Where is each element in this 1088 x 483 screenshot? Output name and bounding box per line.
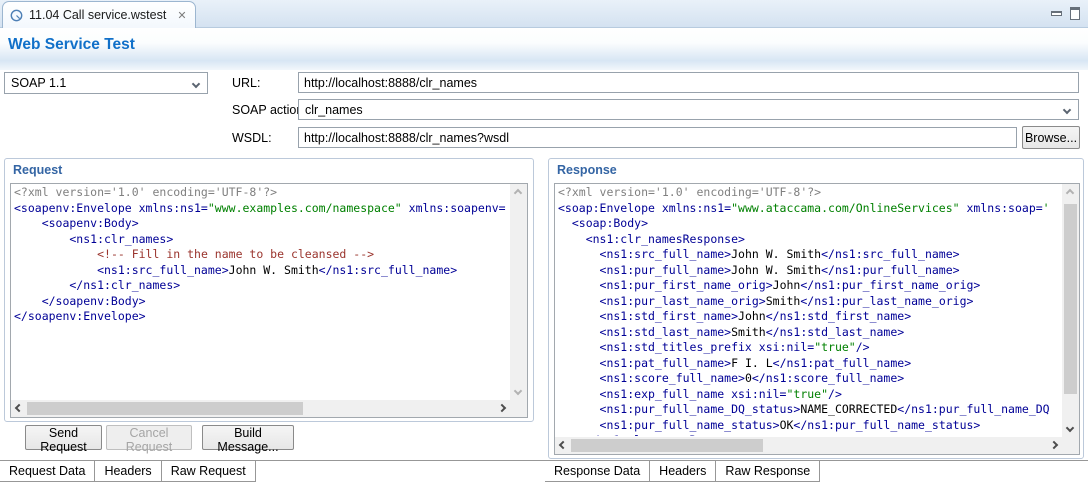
page-title: Web Service Test bbox=[8, 36, 135, 54]
soap-action-label: SOAP action: bbox=[232, 103, 307, 117]
close-icon[interactable]: ✕ bbox=[177, 9, 186, 22]
response-vertical-scrollbar[interactable] bbox=[1062, 184, 1079, 437]
scroll-right-icon[interactable] bbox=[1050, 441, 1058, 449]
tab-request-raw-request[interactable]: Raw Request bbox=[162, 461, 256, 482]
editor-tab-title: 11.04 Call service.wstest bbox=[29, 8, 166, 22]
request-group-title: Request bbox=[13, 163, 62, 177]
response-tab-folder: Response DataHeadersRaw Response bbox=[545, 461, 820, 482]
browse-button[interactable]: Browse... bbox=[1022, 126, 1080, 149]
maximize-icon[interactable] bbox=[1070, 7, 1080, 20]
request-horizontal-scrollbar[interactable] bbox=[11, 400, 510, 417]
chevron-down-icon bbox=[192, 80, 200, 88]
scroll-left-icon[interactable] bbox=[559, 441, 567, 449]
scrollbar-thumb[interactable] bbox=[571, 439, 763, 452]
minimize-icon[interactable] bbox=[1051, 11, 1062, 16]
response-group: Response <?xml version='1.0' encoding='U… bbox=[548, 158, 1084, 459]
request-tab-folder: Request DataHeadersRaw Request bbox=[0, 461, 256, 482]
scroll-left-icon[interactable] bbox=[15, 404, 23, 412]
tab-response-headers[interactable]: Headers bbox=[650, 461, 716, 482]
tab-response-raw-response[interactable]: Raw Response bbox=[716, 461, 820, 482]
request-editor[interactable]: <?xml version='1.0' encoding='UTF-8'?><s… bbox=[10, 183, 528, 418]
soap-version-value: SOAP 1.1 bbox=[11, 76, 66, 90]
response-group-title: Response bbox=[557, 163, 617, 177]
response-editor[interactable]: <?xml version='1.0' encoding='UTF-8'?><s… bbox=[554, 183, 1080, 455]
tab-request-request-data[interactable]: Request Data bbox=[0, 461, 95, 482]
url-input[interactable] bbox=[298, 72, 1079, 93]
bottom-tab-bar: Request DataHeadersRaw Request Response … bbox=[0, 460, 1088, 483]
wstest-file-icon bbox=[9, 8, 24, 23]
url-label: URL: bbox=[232, 76, 260, 90]
request-vertical-scrollbar[interactable] bbox=[510, 184, 527, 400]
soap-version-select[interactable]: SOAP 1.1 bbox=[4, 72, 208, 94]
chevron-down-icon bbox=[1063, 106, 1071, 114]
response-horizontal-scrollbar[interactable] bbox=[555, 437, 1062, 454]
scroll-right-icon[interactable] bbox=[498, 404, 506, 412]
tab-request-headers[interactable]: Headers bbox=[95, 461, 161, 482]
response-xml[interactable]: <?xml version='1.0' encoding='UTF-8'?><s… bbox=[558, 185, 1061, 436]
editor-tab-wstest[interactable]: 11.04 Call service.wstest ✕ bbox=[2, 1, 196, 28]
scroll-down-icon[interactable] bbox=[514, 387, 522, 395]
form-header: Web Service Test bbox=[0, 28, 1088, 70]
tab-response-response-data[interactable]: Response Data bbox=[545, 461, 650, 482]
soap-action-value: clr_names bbox=[305, 103, 363, 117]
soap-action-select[interactable]: clr_names bbox=[298, 99, 1079, 120]
scroll-up-icon[interactable] bbox=[1066, 189, 1074, 197]
cancel-request-button: Cancel Request bbox=[106, 425, 192, 450]
scroll-down-icon[interactable] bbox=[1066, 424, 1074, 432]
wsdl-input[interactable] bbox=[298, 127, 1017, 148]
build-message-button[interactable]: Build Message... bbox=[202, 425, 294, 450]
request-xml[interactable]: <?xml version='1.0' encoding='UTF-8'?><s… bbox=[14, 185, 509, 399]
scroll-up-icon[interactable] bbox=[514, 189, 522, 197]
send-request-button[interactable]: Send Request bbox=[25, 425, 102, 450]
scrollbar-thumb[interactable] bbox=[1064, 204, 1077, 394]
wsdl-label: WSDL: bbox=[232, 131, 272, 145]
scrollbar-thumb[interactable] bbox=[27, 402, 303, 415]
editor-tab-bar: 11.04 Call service.wstest ✕ bbox=[0, 0, 1088, 28]
request-group: Request <?xml version='1.0' encoding='UT… bbox=[4, 158, 534, 422]
